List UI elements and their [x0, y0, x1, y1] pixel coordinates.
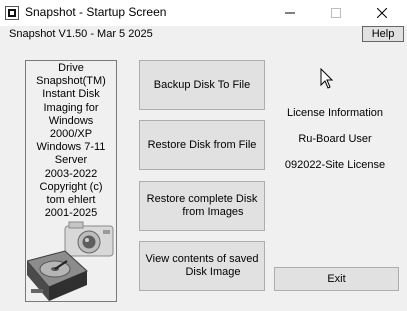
restore-disk-button[interactable]: Restore Disk from File: [139, 120, 265, 170]
help-button[interactable]: Help: [362, 26, 404, 42]
about-text: Drive Snapshot(TM) Instant Disk Imaging …: [26, 62, 116, 220]
license-user: Ru-Board User: [298, 133, 372, 145]
view-image-contents-button[interactable]: View contents of saved Disk Image: [139, 241, 265, 291]
restore-complete-disk-button[interactable]: Restore complete Disk from Images: [139, 181, 265, 231]
snapshot-app-icon: [5, 6, 19, 20]
title-bar[interactable]: Snapshot - Startup Screen: [0, 0, 407, 26]
about-line: Instant Disk: [42, 88, 100, 101]
about-line: Server: [54, 154, 88, 167]
about-line: Imaging for: [43, 101, 99, 114]
about-line: Copyright (c): [39, 180, 103, 193]
license-info-heading: License Information: [287, 107, 383, 119]
about-line: tom ehlert: [46, 194, 96, 207]
exit-button[interactable]: Exit: [274, 267, 399, 291]
restore-disk-label: Restore Disk from File: [147, 138, 257, 151]
minimize-icon: [285, 12, 295, 14]
close-icon: [376, 7, 388, 19]
restore-complete-label-line1: Restore complete Disk: [146, 193, 258, 205]
backup-disk-button[interactable]: Backup Disk To File: [139, 60, 265, 110]
about-line: Windows: [48, 114, 94, 127]
camera-icon: [64, 221, 114, 257]
restore-complete-label-line2: from Images: [182, 206, 244, 218]
maximize-button[interactable]: [313, 0, 359, 26]
about-line: 2001-2025: [44, 207, 98, 220]
mouse-pointer-icon: [320, 68, 334, 89]
about-panel: Drive Snapshot(TM) Instant Disk Imaging …: [25, 60, 117, 302]
hard-drive-icon: [27, 250, 88, 301]
minimize-button[interactable]: [267, 0, 313, 26]
close-button[interactable]: [359, 0, 405, 26]
license-type: 092022-Site License: [284, 159, 386, 171]
about-line: Drive: [58, 62, 84, 74]
backup-disk-label: Backup Disk To File: [153, 78, 251, 91]
about-line: Windows 7-11: [36, 141, 106, 154]
maximize-icon: [331, 8, 341, 18]
view-contents-label-line2: Disk Image: [185, 266, 241, 278]
about-line: Snapshot(TM): [36, 75, 106, 88]
version-label: Snapshot V1.50 - Mar 5 2025: [9, 28, 153, 40]
window-title: Snapshot - Startup Screen: [25, 5, 167, 19]
view-contents-label-line1: View contents of saved: [145, 253, 259, 265]
about-line: 2000/XP: [49, 128, 93, 141]
hard-drive-and-camera-illustration: [27, 221, 114, 301]
about-line: 2003-2022: [44, 167, 98, 180]
